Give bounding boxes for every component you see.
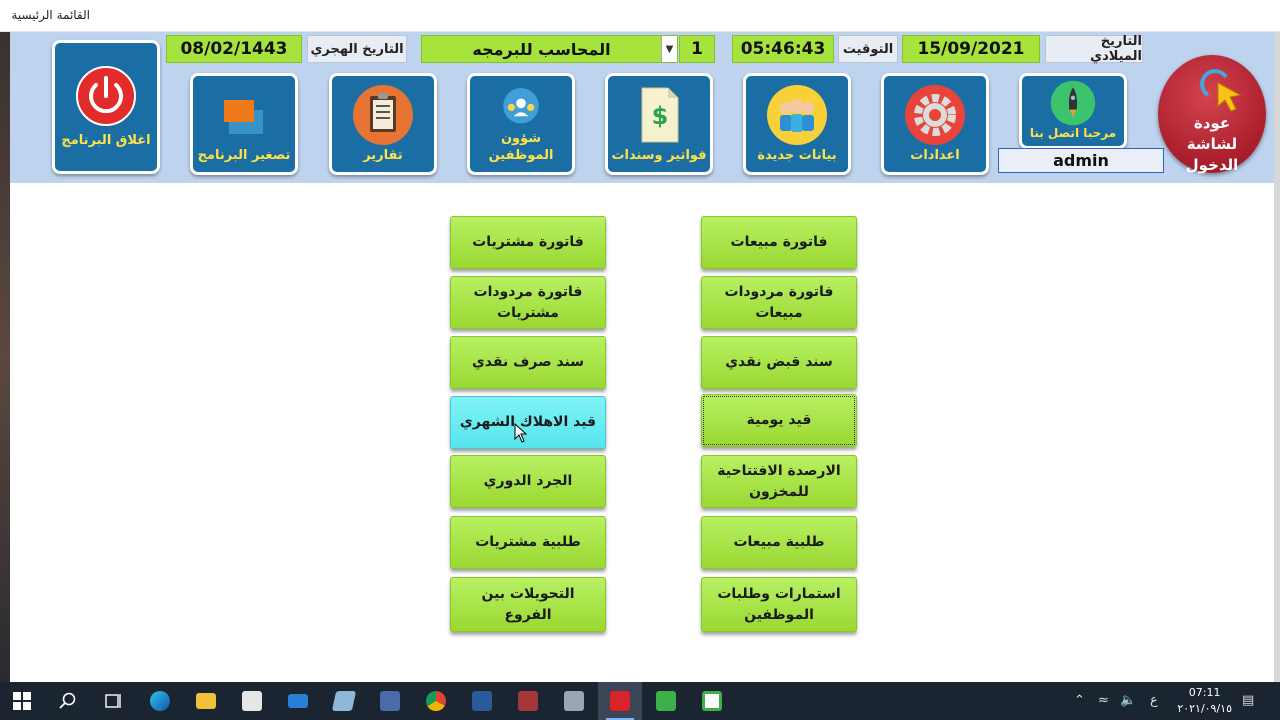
taskbar-recorder[interactable] <box>598 682 642 720</box>
close-program-label: اغلاق البرنامج <box>61 133 151 148</box>
recorder-icon <box>610 691 630 711</box>
clock-date: ٢٠٢١/٠٩/١٥ <box>1177 702 1232 715</box>
windows-logo-icon <box>13 692 31 710</box>
notes-icon <box>331 691 357 711</box>
monthly-depreciation-entry-button[interactable]: قيد الاهلاك الشهري <box>450 396 606 449</box>
mouse-cursor-icon <box>514 423 528 443</box>
clipboard-icon <box>353 85 413 145</box>
chevron-down-icon[interactable]: ▼ <box>661 36 677 62</box>
sales-order-button[interactable]: طلبية مبيعات <box>701 516 857 569</box>
employee-forms-button[interactable]: استمارات وطلبات الموظفين <box>701 577 857 632</box>
chrome-icon <box>426 691 446 711</box>
sales-invoice-button[interactable]: فاتورة مبيعات <box>701 216 857 269</box>
task-view-button[interactable] <box>92 682 136 720</box>
taskbar-chrome[interactable] <box>414 682 458 720</box>
mail-icon <box>288 694 308 708</box>
visual-studio-icon <box>472 691 492 711</box>
employees-button[interactable]: شؤون الموظفين <box>467 73 575 175</box>
opening-inventory-balances-button[interactable]: الارصدة الافتتاحية للمخزون <box>701 455 857 508</box>
settings-label: اعدادات <box>910 148 960 163</box>
minimize-window-icon <box>224 100 263 134</box>
company-select[interactable]: المحاسب للبرمجه ▼ <box>421 35 678 63</box>
hijri-date-label: التاريخ الهجري <box>307 35 407 63</box>
window-titlebar: القائمة الرئيسية <box>0 0 1280 32</box>
window-title: القائمة الرئيسية <box>11 8 90 22</box>
notification-icon[interactable]: ▤ <box>1242 693 1254 708</box>
new-data-button[interactable]: بيانات جديدة <box>743 73 851 175</box>
branch-transfers-button[interactable]: التحويلات بين الفروع <box>450 577 606 632</box>
taskbar-tools[interactable] <box>552 682 596 720</box>
number-field[interactable]: 1 <box>679 35 715 63</box>
close-program-button[interactable]: اغلاق البرنامج <box>52 40 160 174</box>
invoices-button[interactable]: $ فواتير وسندات <box>605 73 713 175</box>
camtasia-editor-icon <box>702 691 722 711</box>
journal-entry-button[interactable]: قيد يومية <box>701 394 857 447</box>
camtasia-icon <box>656 691 676 711</box>
purchase-order-button[interactable]: طلبية مشتريات <box>450 516 606 569</box>
settings-button[interactable]: اعدادات <box>881 73 989 175</box>
periodic-inventory-button[interactable]: الجرد الدوري <box>450 455 606 508</box>
taskbar-visual-studio[interactable] <box>460 682 504 720</box>
input-language[interactable]: ع <box>1150 693 1158 708</box>
taskbar-search[interactable] <box>46 682 90 720</box>
invoices-label: فواتير وسندات <box>611 148 707 163</box>
taskbar: ⌃ ≈ 🔈 ع 07:11 ٢٠٢١/٠٩/١٥ ▤ <box>0 682 1280 720</box>
taskbar-mail[interactable] <box>276 682 320 720</box>
desktop-edge <box>0 32 10 682</box>
scrollbar[interactable] <box>1274 32 1280 682</box>
users-icon <box>503 88 539 124</box>
username-field: admin <box>998 148 1164 173</box>
hijri-date-value: 08/02/1443 <box>166 35 302 63</box>
search-icon <box>59 692 76 709</box>
employees-label: شؤون الموظفين <box>488 131 554 163</box>
back-to-login-label: عودة لشاشة الدخول <box>1185 114 1239 174</box>
access-icon <box>518 691 538 711</box>
new-data-label: بيانات جديدة <box>757 148 837 163</box>
svg-text:$: $ <box>652 102 669 130</box>
gregorian-date-label: التاريخ الميلادي <box>1045 34 1143 64</box>
store-icon <box>242 691 262 711</box>
wifi-icon[interactable]: ≈ <box>1098 693 1109 708</box>
taskbar-camtasia-2[interactable] <box>690 682 734 720</box>
task-view-icon <box>105 694 121 708</box>
calculator-icon <box>380 691 400 711</box>
taskbar-calculator[interactable] <box>368 682 412 720</box>
time-label: التوقيت <box>838 35 898 63</box>
clock-time: 07:11 <box>1188 686 1221 699</box>
reports-label: تقارير <box>363 148 403 163</box>
power-icon <box>76 66 136 126</box>
taskbar-app-notes[interactable] <box>322 682 366 720</box>
chevron-up-icon[interactable]: ⌃ <box>1074 693 1085 708</box>
company-select-value: المحاسب للبرمجه <box>472 39 611 59</box>
gear-icon <box>905 85 965 145</box>
time-value: 05:46:43 <box>732 35 834 63</box>
minimize-program-label: تصغير البرنامج <box>197 148 291 163</box>
sales-returns-invoice-button[interactable]: فاتورة مردودات مبيعات <box>701 276 857 329</box>
reports-button[interactable]: تقارير <box>329 73 437 175</box>
cash-payment-voucher-button[interactable]: سند صرف نقدي <box>450 336 606 389</box>
taskbar-camtasia-1[interactable] <box>644 682 688 720</box>
gregorian-date-value: 15/09/2021 <box>902 35 1040 63</box>
purchase-invoice-button[interactable]: فاتورة مشتريات <box>450 216 606 269</box>
system-clock[interactable]: 07:11 ٢٠٢١/٠٩/١٥ <box>1177 685 1232 717</box>
contact-us-button[interactable]: مرحبا اتصل بنا <box>1019 73 1127 149</box>
contact-us-label: مرحبا اتصل بنا <box>1029 126 1117 140</box>
taskbar-store[interactable] <box>230 682 274 720</box>
edge-icon <box>150 691 170 711</box>
volume-icon[interactable]: 🔈 <box>1120 693 1136 708</box>
folder-icon <box>196 693 216 709</box>
purchase-returns-invoice-button[interactable]: فاتورة مردودات مشتريات <box>450 276 606 329</box>
refresh-cursor-icon <box>1200 69 1242 112</box>
start-button[interactable] <box>0 682 44 720</box>
tools-icon <box>564 691 584 711</box>
taskbar-access[interactable] <box>506 682 550 720</box>
minimize-program-button[interactable]: تصغير البرنامج <box>190 73 298 175</box>
cash-receipt-voucher-button[interactable]: سند قبض نقدي <box>701 336 857 389</box>
taskbar-explorer[interactable] <box>184 682 228 720</box>
group-icon <box>767 85 827 145</box>
back-to-login-button[interactable]: عودة لشاشة الدخول <box>1158 55 1266 174</box>
invoice-dollar-icon: $ <box>641 87 679 143</box>
rocket-icon <box>1050 80 1096 126</box>
taskbar-edge[interactable] <box>138 682 182 720</box>
